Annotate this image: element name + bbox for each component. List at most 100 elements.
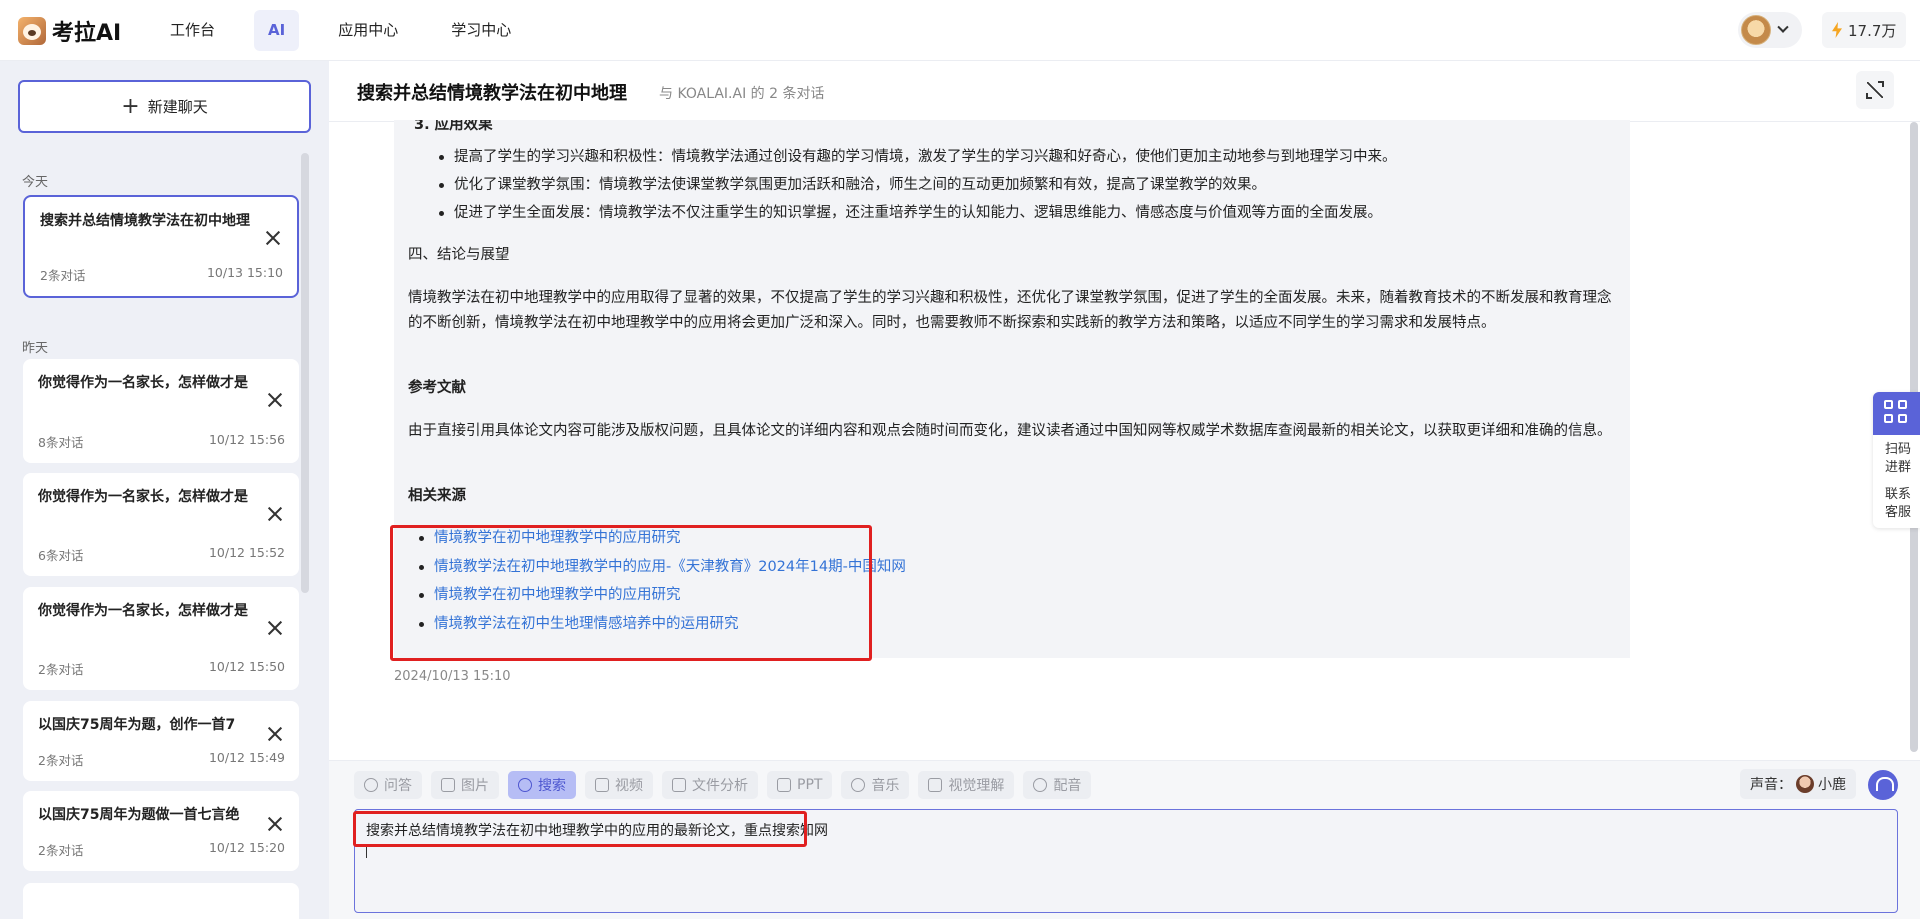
conversation-subtitle: 与 KOALAI.AI 的 2 条对话	[659, 86, 825, 102]
sidebar-scrollbar[interactable]	[301, 153, 309, 593]
video-icon	[595, 778, 609, 792]
tool-vision[interactable]: 视觉理解	[918, 771, 1015, 799]
tool-image[interactable]: 图片	[431, 771, 499, 799]
chat-time: 10/12 15:56	[208, 432, 285, 447]
sources-heading: 相关来源	[408, 488, 466, 504]
tool-tabs: 问答 图片 搜索 视频 文件分析 PPT 音乐 视觉理解 配音	[354, 771, 1100, 799]
user-menu[interactable]	[1738, 12, 1802, 48]
chat-item[interactable]	[23, 883, 299, 919]
koala-logo-icon	[18, 17, 46, 45]
voice-icon	[1033, 778, 1048, 792]
close-icon[interactable]	[265, 230, 281, 246]
qr-square	[1884, 414, 1893, 423]
chat-title: 你觉得作为一名家长，怎样做才是	[38, 489, 248, 505]
tool-dubbing[interactable]: 配音	[1023, 771, 1092, 799]
expand-icon-corner	[1866, 93, 1872, 99]
close-icon[interactable]	[267, 392, 283, 408]
conversation-panel: 搜索并总结情境教学法在初中地理 与 KOALAI.AI 的 2 条对话 3. 应…	[329, 61, 1920, 919]
list-item: 提高了学生的学习兴趣和积极性：情境教学法通过创设有趣的学习情境，激发了学生的学习…	[439, 146, 1397, 168]
tool-ppt[interactable]: PPT	[767, 771, 833, 799]
new-chat-button[interactable]: + 新建聊天	[18, 80, 311, 133]
tool-label: 文件分析	[692, 778, 748, 794]
conversation-header: 搜索并总结情境教学法在初中地理 与 KOALAI.AI 的 2 条对话	[329, 61, 1920, 122]
nav-learning-center[interactable]: 学习中心	[437, 10, 525, 51]
lightning-icon	[1832, 22, 1842, 38]
image-icon	[441, 778, 455, 792]
chat-title: 搜索并总结情境教学法在初中地理	[40, 213, 250, 229]
chat-item[interactable]: 以国庆75周年为题，创作一首7 2条对话 10/12 15:49	[23, 701, 299, 781]
credits-value: 17.7万	[1848, 21, 1897, 40]
tool-label: 搜索	[538, 778, 566, 794]
composer: 问答 图片 搜索 视频 文件分析 PPT 音乐 视觉理解 配音 声音： 小鹿 搜…	[329, 760, 1920, 919]
highlight-box-sources	[390, 525, 872, 661]
chat-title: 以国庆75周年为题，创作一首7	[38, 717, 236, 733]
chat-icon	[364, 778, 378, 792]
qr-square	[1898, 414, 1907, 423]
qr-join-group-link[interactable]: 扫码进群	[1883, 441, 1913, 477]
chat-item[interactable]: 搜索并总结情境教学法在初中地理 2条对话 10/13 15:10	[23, 195, 299, 298]
tool-label: 音乐	[871, 778, 900, 794]
close-icon[interactable]	[267, 620, 283, 636]
qr-square	[1898, 400, 1907, 409]
tool-label: 图片	[461, 778, 489, 794]
voice-selector[interactable]: 声音： 小鹿	[1740, 769, 1856, 799]
voice-name: 小鹿	[1818, 777, 1846, 793]
qr-code-icon[interactable]	[1873, 392, 1920, 435]
nav-app-center[interactable]: 应用中心	[324, 10, 412, 51]
chat-title: 你觉得作为一名家长，怎样做才是	[38, 603, 248, 619]
chat-item[interactable]: 以国庆75周年为题做一首七言绝 2条对话 10/12 15:20	[23, 791, 299, 871]
references-heading: 参考文献	[408, 380, 466, 396]
chat-count: 2条对话	[38, 843, 84, 858]
headset-icon[interactable]	[1868, 770, 1898, 800]
logo[interactable]: 考拉AI	[18, 15, 121, 47]
chat-item[interactable]: 你觉得作为一名家长，怎样做才是 2条对话 10/12 15:50	[23, 587, 299, 690]
highlight-box-input	[353, 811, 807, 847]
message-timestamp: 2024/10/13 15:10	[394, 669, 511, 684]
tool-file-analysis[interactable]: 文件分析	[662, 771, 758, 799]
tool-label: 视觉理解	[948, 778, 1005, 794]
tool-video[interactable]: 视频	[585, 771, 653, 799]
chat-time: 10/13 15:10	[206, 265, 283, 280]
chevron-down-icon	[1777, 21, 1789, 33]
tool-label: 问答	[384, 778, 412, 794]
section-heading: 3. 应用效果	[414, 120, 493, 133]
vision-icon	[928, 778, 943, 792]
chat-time: 10/12 15:52	[208, 545, 285, 560]
chat-time: 10/12 15:20	[208, 840, 285, 855]
list-item: 促进了学生全面发展：情境教学法不仅注重学生的知识掌握，还注重培养学生的认知能力、…	[439, 202, 1382, 224]
tool-search[interactable]: 搜索	[508, 771, 576, 799]
close-icon[interactable]	[267, 506, 283, 522]
nav-workbench[interactable]: 工作台	[156, 10, 229, 51]
credits-badge[interactable]: 17.7万	[1822, 12, 1907, 48]
plus-icon: +	[121, 93, 140, 119]
voice-avatar	[1796, 775, 1814, 793]
chat-count: 2条对话	[38, 753, 84, 768]
expand-button[interactable]	[1856, 71, 1894, 109]
chat-time: 10/12 15:50	[208, 659, 285, 674]
avatar	[1741, 15, 1771, 45]
chat-count: 2条对话	[40, 268, 86, 283]
tool-music[interactable]: 音乐	[841, 771, 910, 799]
chat-time: 10/12 15:49	[208, 750, 285, 765]
conclusion-text: 情境教学法在初中地理教学中的应用取得了显著的效果，不仅提高了学生的学习兴趣和积极…	[408, 290, 1612, 331]
conversation-title: 搜索并总结情境教学法在初中地理	[357, 83, 627, 104]
file-icon	[672, 778, 686, 792]
logo-text: 考拉AI	[52, 21, 122, 46]
music-icon	[851, 778, 866, 792]
tool-label: PPT	[797, 777, 823, 793]
contact-service-link[interactable]: 联系客服	[1883, 486, 1913, 522]
floating-service-panel: 扫码进群 联系客服	[1873, 392, 1920, 528]
expand-icon	[1878, 81, 1884, 87]
new-chat-label: 新建聊天	[147, 98, 208, 116]
chat-item[interactable]: 你觉得作为一名家长，怎样做才是 8条对话 10/12 15:56	[23, 359, 299, 463]
qr-square	[1884, 400, 1893, 409]
conclusion-heading: 四、结论与展望	[408, 247, 510, 263]
ppt-icon	[777, 778, 791, 792]
chat-item[interactable]: 你觉得作为一名家长，怎样做才是 6条对话 10/12 15:52	[23, 473, 299, 576]
tool-label: 视频	[615, 778, 643, 794]
nav-ai[interactable]: AI	[254, 10, 300, 51]
tool-qa[interactable]: 问答	[354, 771, 422, 799]
close-icon[interactable]	[267, 726, 283, 742]
chat-count: 6条对话	[38, 548, 84, 563]
close-icon[interactable]	[267, 816, 283, 832]
